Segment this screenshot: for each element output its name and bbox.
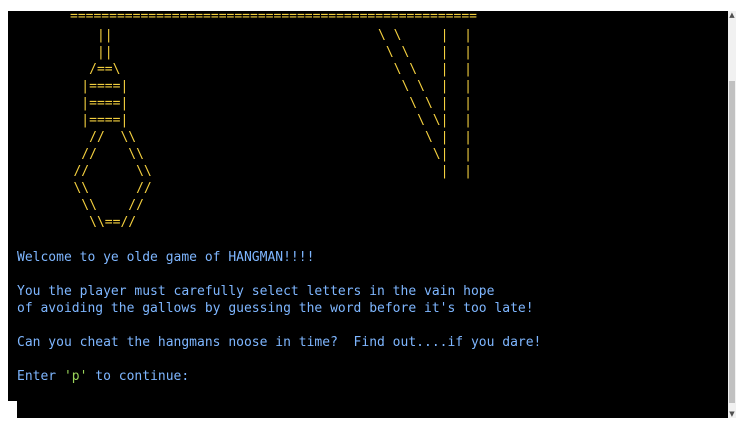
browser-viewport: ========================================…: [0, 0, 736, 428]
scroll-down-icon[interactable]: ▼: [728, 410, 736, 418]
prompt-text-after: to continue:: [87, 369, 190, 384]
rules-line-2: of avoiding the gallows by guessing the …: [17, 301, 534, 316]
prompt-line[interactable]: Enter 'p' to continue:: [17, 369, 189, 384]
gallows-beam-art: ========================================…: [70, 11, 477, 24]
scroll-up-icon[interactable]: ▲: [728, 11, 736, 19]
scrollbar-thumb[interactable]: [729, 81, 735, 403]
terminal-bottom-strip: [17, 401, 728, 418]
noose-art: || || /==\ |====| |====| |====| // \\ //…: [73, 28, 152, 230]
terminal-output: Welcome to ye olde game of HANGMAN!!!! Y…: [17, 249, 541, 385]
challenge-line: Can you cheat the hangmans noose in time…: [17, 335, 542, 350]
gallows-post-art: \ \ | | \ \ | | \ \ | | \ \ | | \ \ | | …: [378, 28, 472, 179]
vertical-scrollbar[interactable]: ▲ ▼: [728, 11, 736, 418]
terminal-window[interactable]: ========================================…: [8, 11, 728, 401]
prompt-key: 'p': [63, 369, 88, 384]
welcome-line: Welcome to ye olde game of HANGMAN!!!!: [17, 250, 315, 265]
prompt-text-before: Enter: [17, 369, 64, 384]
rules-line-1: You the player must carefully select let…: [17, 284, 495, 299]
